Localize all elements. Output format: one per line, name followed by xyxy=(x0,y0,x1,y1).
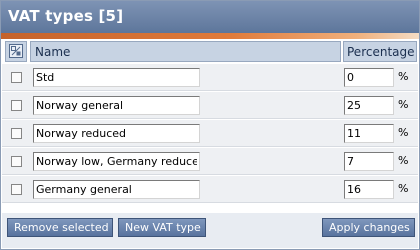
table-row: % xyxy=(2,148,418,175)
accent-stripe xyxy=(1,33,419,39)
row-select-checkbox[interactable] xyxy=(11,184,22,195)
new-vat-type-button[interactable]: New VAT type xyxy=(118,218,206,237)
vat-percentage-input[interactable] xyxy=(344,180,394,199)
vat-name-input[interactable] xyxy=(33,68,200,87)
percent-sign: % xyxy=(398,126,409,139)
vat-name-input[interactable] xyxy=(33,124,200,143)
toggle-selection-header xyxy=(5,41,27,62)
panel-title: VAT types [5] xyxy=(8,7,124,25)
vat-percentage-input[interactable] xyxy=(344,96,394,115)
table-row: % xyxy=(2,176,418,203)
vat-name-input[interactable] xyxy=(33,96,200,115)
toggle-selection-icon[interactable] xyxy=(9,44,23,58)
percent-sign: % xyxy=(398,182,409,195)
table-row: % xyxy=(2,64,418,91)
column-header-name-label: Name xyxy=(35,45,71,59)
button-bar: Remove selected New VAT type Apply chang… xyxy=(2,213,418,248)
table-row: % xyxy=(2,92,418,119)
vat-name-input[interactable] xyxy=(33,152,200,171)
vat-percentage-input[interactable] xyxy=(344,68,394,87)
apply-changes-button[interactable]: Apply changes xyxy=(322,218,415,237)
row-select-checkbox[interactable] xyxy=(11,100,22,111)
vat-percentage-input[interactable] xyxy=(344,152,394,171)
column-header-percentage: Percentage xyxy=(343,41,417,62)
column-header-percentage-label: Percentage xyxy=(347,45,415,59)
remove-selected-button[interactable]: Remove selected xyxy=(7,218,113,237)
vat-name-input[interactable] xyxy=(33,180,200,199)
vat-types-panel: VAT types [5] Name Percentage % % % xyxy=(0,0,420,250)
percent-sign: % xyxy=(398,70,409,83)
row-select-checkbox[interactable] xyxy=(11,72,22,83)
table-row: % xyxy=(2,120,418,147)
column-header-name: Name xyxy=(30,41,341,62)
vat-percentage-input[interactable] xyxy=(344,124,394,143)
percent-sign: % xyxy=(398,98,409,111)
percent-sign: % xyxy=(398,154,409,167)
row-select-checkbox[interactable] xyxy=(11,128,22,139)
row-select-checkbox[interactable] xyxy=(11,156,22,167)
panel-title-bar: VAT types [5] xyxy=(1,1,419,33)
